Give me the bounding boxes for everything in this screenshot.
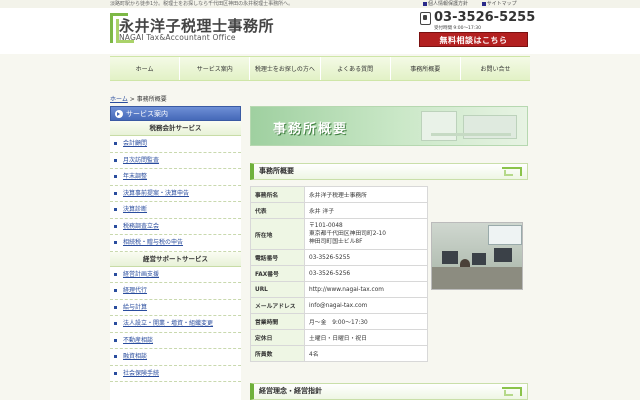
sidebar-item[interactable]: 給与計算 [110,300,241,316]
section-heading-philosophy: 経営理念・経営指針 [250,383,528,400]
table-row: 営業時間 月〜金 9:00〜17:30 [250,313,428,330]
office-info-table: 事務所名 永井洋子税理士事務所 代表 永井 洋子 所在地 〒101-0048 東京都千… [250,186,428,362]
photo-window [488,225,522,245]
global-nav: ホーム サービス案内 税理士をお探しの方へ よくある質問 事務所概要 お問い合せ [110,56,530,81]
table-value[interactable]: http://www.nagai-tax.com [304,281,428,298]
table-row: 定休日 土曜日・日曜日・祝日 [250,329,428,346]
sidebar-item[interactable]: 会計顧問 [110,136,241,153]
table-value: 月〜金 9:00〜17:30 [304,313,428,330]
privacy-policy-link[interactable]: 個人情報保護方針 [423,1,474,7]
sidebar-heading-label: サービス案内 [126,110,168,118]
sidebar-item[interactable]: 法人設立・開業・増資・組織変更 [110,316,241,333]
section-heading-label: 経営理念・経営指針 [259,387,322,395]
nav-office-overview[interactable]: 事務所概要 [391,57,461,80]
business-hours: 受付時間 9:00〜17:30 [434,26,482,31]
photo-monitor [442,251,458,264]
sidebar-item[interactable]: 年末調整 [110,169,241,186]
nav-services[interactable]: サービス案内 [180,57,251,80]
table-key: 所在地 [250,218,305,250]
sidebar-category-tax: 税務会計サービス [110,121,241,136]
table-key: メールアドレス [250,297,305,314]
phone-number: 03-3526-5255 [434,10,536,25]
top-links: 個人情報保護方針 サイトマップ [423,0,529,7]
privacy-policy-label: 個人情報保護方針 [428,1,469,7]
table-row: FAX番号 03-3526-5256 [250,265,428,282]
page-banner: 事務所概要 [250,106,528,146]
photo-monitor [472,253,486,265]
table-row: URL http://www.nagai-tax.com [250,281,428,298]
sidebar-item[interactable]: 決算事前提案・決算申告 [110,186,241,202]
table-key: 事務所名 [250,186,305,203]
table-value: 永井洋子税理士事務所 [304,186,428,203]
table-value: 土曜日・日曜日・祝日 [304,329,428,346]
table-row: メールアドレス info@nagai-tax.com [250,297,428,314]
table-key: 代表 [250,202,305,219]
table-key: 営業時間 [250,313,305,330]
site-tagline: 淡路町駅から徒歩1分。税理士をお探しなら千代田区神田の永井税理士事務所へ。 [110,1,294,7]
table-value: 永井 洋子 [304,202,428,219]
sidebar-item[interactable]: 不動産相談 [110,333,241,349]
sidebar-item[interactable]: 経営計画支援 [110,267,241,283]
sidebar-item[interactable]: 融資相談 [110,349,241,366]
table-key: 定休日 [250,329,305,346]
table-value[interactable]: info@nagai-tax.com [304,297,428,314]
table-key: 電話番号 [250,249,305,266]
table-row: 所在地 〒101-0048 東京都千代田区神田司町2-10 神田司町国士ビル8F [250,218,428,250]
sidebar-item[interactable]: 月次訪問監査 [110,153,241,169]
banner-office-image [421,111,457,141]
sidebar-item[interactable]: 相続税・贈与税の申告 [110,235,241,252]
page-title: 事務所概要 [273,122,349,137]
phone-icon [420,12,431,25]
sidebar-heading: サービス案内 [110,106,241,121]
table-key: 所員数 [250,345,305,362]
square-bullet-icon [423,1,427,6]
heading-decoration-icon [504,170,513,176]
top-strip [0,0,640,8]
table-key: URL [250,281,305,298]
table-row: 所員数 4名 [250,345,428,362]
banner-office-image [431,133,511,136]
sidebar-item[interactable]: 経理代行 [110,283,241,300]
site-subtitle: NAGAI Tax&Accountant Office [119,33,236,42]
chevron-right-icon [115,110,123,118]
header [0,8,640,54]
photo-monitor [494,248,512,262]
nav-faq[interactable]: よくある質問 [321,57,391,80]
table-row: 代表 永井 洋子 [250,202,428,219]
breadcrumb-current: 事務所概要 [136,96,167,103]
nav-contact[interactable]: お問い合せ [461,57,530,80]
sidebar-item[interactable]: 社会保険手続 [110,366,241,382]
table-row: 電話番号 03-3526-5255 [250,249,428,266]
table-key: FAX番号 [250,265,305,282]
table-value: 〒101-0048 東京都千代田区神田司町2-10 神田司町国士ビル8F [304,218,428,250]
table-value: 03-3526-5256 [304,265,428,282]
free-consultation-button[interactable]: 無料相談はこちら [419,32,528,47]
nav-for-clients[interactable]: 税理士をお探しの方へ [250,57,321,80]
table-row: 事務所名 永井洋子税理士事務所 [250,186,428,203]
breadcrumb-separator: > [129,96,135,103]
sidebar-item[interactable]: 決算診断 [110,202,241,219]
section-heading-overview: 事務所概要 [250,163,528,180]
sitemap-label: サイトマップ [486,1,517,7]
table-value: 4名 [304,345,428,362]
sidebar: サービス案内 税務会計サービス 会計顧問 月次訪問監査 年末調整 決算事前提案・… [110,106,241,400]
sitemap-link[interactable]: サイトマップ [481,1,523,7]
heading-decoration-icon [504,390,513,396]
office-photo [431,222,523,290]
nav-home[interactable]: ホーム [110,57,181,80]
breadcrumb-home[interactable]: ホーム [110,96,128,103]
sidebar-item[interactable]: 税務調査立会 [110,219,241,235]
breadcrumb: ホーム > 事務所概要 [110,94,167,103]
table-value: 03-3526-5255 [304,249,428,266]
photo-desk [432,267,522,289]
square-bullet-icon [481,1,486,6]
section-heading-label: 事務所概要 [259,167,294,175]
sidebar-category-management: 経営サポートサービス [110,251,241,267]
